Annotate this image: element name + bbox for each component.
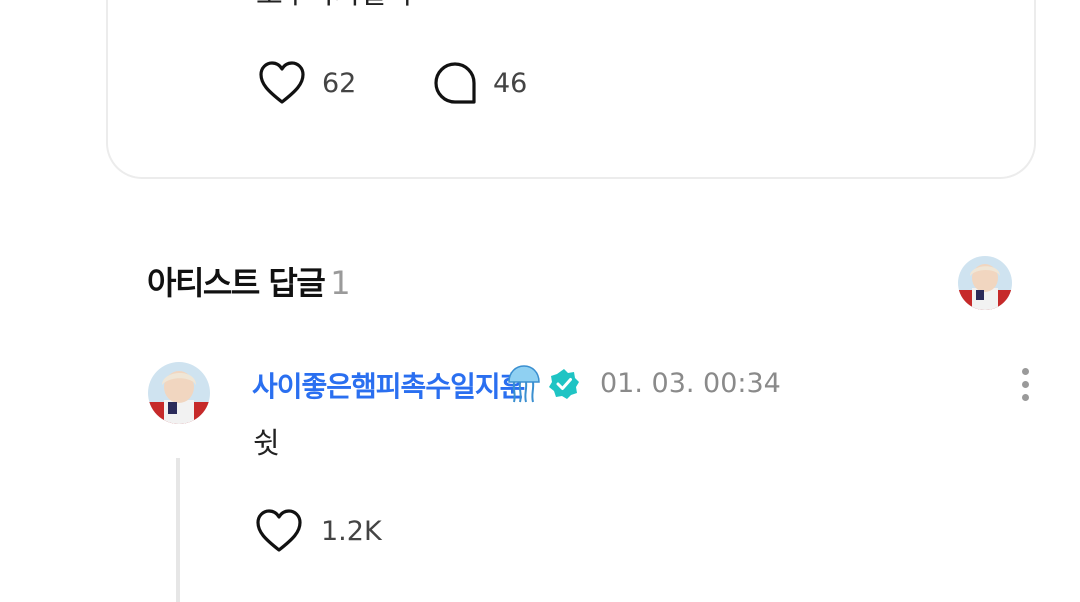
artist-replies-count: 1 [330,264,351,302]
artist-name[interactable]: 사이좋은햄피촉수일지훈 [252,365,525,405]
verified-badge-icon [548,368,580,404]
post-like-button[interactable]: 62 [258,60,356,106]
artist-replies-title: 아티스트 답글 1 [147,258,351,304]
heart-icon [258,60,306,106]
post-text: 호두과자같다 [256,0,414,12]
artist-comment-text: 쉿 [253,426,280,460]
post-like-count: 62 [322,67,357,99]
artist-replies-label: 아티스트 답글 [147,264,326,302]
heart-icon [255,508,303,554]
comment-timestamp: 01. 03. 00:34 [600,368,781,399]
page: 호두과자같다 62 46 아티스트 답글1 [0,0,1080,602]
artist-comment-like-button[interactable]: 1.2K [255,508,382,554]
jellyfish-icon [506,364,542,408]
artist-comment-like-count: 1.2K [321,515,382,547]
thread-line [176,458,180,602]
more-vertical-icon[interactable] [1016,366,1036,404]
post-card: 호두과자같다 62 46 [106,0,1036,179]
artist-avatar[interactable] [148,362,210,424]
comment-bubble-icon [433,61,477,105]
post-comment-count: 46 [493,67,528,99]
post-comment-button[interactable]: 46 [433,61,527,105]
artist-header-avatar[interactable] [958,256,1012,310]
